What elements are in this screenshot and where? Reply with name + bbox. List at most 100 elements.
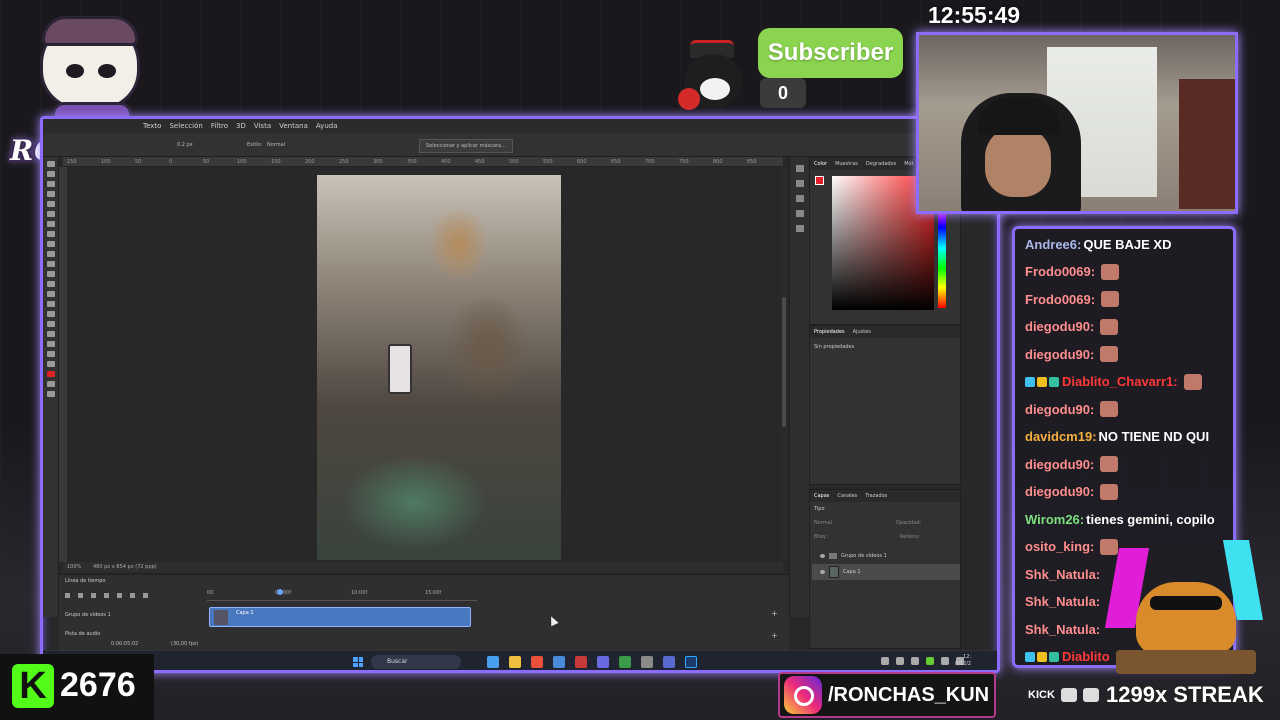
chat-username[interactable]: Frodo0069: <box>1025 264 1095 279</box>
dodge-tool-icon[interactable] <box>46 291 55 297</box>
character-panel-icon[interactable] <box>795 210 804 217</box>
obs-icon[interactable] <box>575 656 587 668</box>
menu-item-ventana[interactable]: Ventana <box>279 122 308 130</box>
canvas-scrollbar[interactable] <box>781 167 787 562</box>
chat-username[interactable]: Shk_Natula: <box>1025 567 1100 582</box>
discord-icon[interactable] <box>597 656 609 668</box>
style-select[interactable]: Normal <box>267 142 285 148</box>
actions-panel-icon[interactable] <box>795 180 804 187</box>
timeline-ruler[interactable]: 00 05:00f 10:00f 15:00f <box>207 589 477 601</box>
chat-username[interactable]: Shk_Natula: <box>1025 622 1100 637</box>
menu-item-ayuda[interactable]: Ayuda <box>316 122 338 130</box>
tab-layers[interactable]: Capas <box>814 493 829 499</box>
chat-username[interactable]: Diablito_Chavarr1: <box>1062 374 1178 389</box>
shape-tool-icon[interactable] <box>46 331 55 337</box>
3d-panel-icon[interactable] <box>795 225 804 232</box>
taskbar-search[interactable]: Buscar <box>371 655 461 669</box>
chat-username[interactable]: diegodu90: <box>1025 457 1094 472</box>
audio-icon[interactable] <box>117 593 122 598</box>
add-media-icon[interactable]: + <box>771 609 778 618</box>
brush-tool-icon[interactable] <box>46 231 55 237</box>
settings-icon[interactable] <box>641 656 653 668</box>
chat-username[interactable]: diegodu90: <box>1025 347 1094 362</box>
chat-username[interactable]: Andree6: <box>1025 237 1081 252</box>
tab-patterns[interactable]: Mot <box>904 161 913 167</box>
document-image[interactable] <box>317 175 561 560</box>
file-explorer-icon[interactable] <box>509 656 521 668</box>
app-icon[interactable] <box>619 656 631 668</box>
prev-frame-icon[interactable] <box>91 593 96 598</box>
stamp-tool-icon[interactable] <box>46 241 55 247</box>
type-tool-icon[interactable] <box>46 311 55 317</box>
move-tool-icon[interactable] <box>46 161 55 167</box>
steam-icon[interactable] <box>553 656 565 668</box>
tray-app-icon[interactable] <box>896 657 904 665</box>
path-select-icon[interactable] <box>46 321 55 327</box>
chat-username[interactable]: diegodu90: <box>1025 484 1094 499</box>
split-icon[interactable] <box>130 593 135 598</box>
history-panel-icon[interactable] <box>795 165 804 172</box>
color-swatch-icon[interactable] <box>46 371 55 377</box>
select-mask-button[interactable]: Seleccionar y aplicar máscara... <box>419 139 513 153</box>
chat-username[interactable]: Shk_Natula: <box>1025 594 1100 609</box>
lasso-tool-icon[interactable] <box>46 181 55 187</box>
foreground-color-swatch[interactable] <box>815 176 824 185</box>
playhead[interactable] <box>277 589 283 595</box>
marquee-tool-icon[interactable] <box>46 171 55 177</box>
eyedropper-tool-icon[interactable] <box>46 211 55 217</box>
scrollbar-thumb[interactable] <box>782 297 786 427</box>
chat-username[interactable]: diegodu90: <box>1025 319 1094 334</box>
tray-chevron-icon[interactable] <box>881 657 889 665</box>
tray-app-icon[interactable] <box>911 657 919 665</box>
transition-icon[interactable] <box>143 593 148 598</box>
play-icon[interactable] <box>78 593 83 598</box>
tab-properties[interactable]: Propiedades <box>814 329 845 335</box>
taskbar-clock[interactable]: 12: 8/12/2 <box>955 654 971 668</box>
zoom-tool-icon[interactable] <box>46 351 55 357</box>
chat-username[interactable]: osito_king: <box>1025 539 1094 554</box>
chat-username[interactable]: davidcm19: <box>1025 429 1097 444</box>
chat-username[interactable]: Frodo0069: <box>1025 292 1095 307</box>
network-icon[interactable] <box>941 657 949 665</box>
visibility-eye-icon[interactable] <box>820 570 825 574</box>
menu-item-3d[interactable]: 3D <box>236 122 246 130</box>
layer-filter-select[interactable]: Tipo <box>814 506 825 512</box>
chat-username[interactable]: Diablito <box>1062 649 1110 664</box>
chat-username[interactable]: Wirom26: <box>1025 512 1084 527</box>
edge-icon[interactable] <box>487 656 499 668</box>
windows-start-icon[interactable] <box>353 657 363 667</box>
visibility-eye-icon[interactable] <box>820 554 825 558</box>
screen-mode-icon[interactable] <box>46 391 55 397</box>
chat-username[interactable]: diegodu90: <box>1025 402 1094 417</box>
gradient-tool-icon[interactable] <box>46 271 55 277</box>
crop-tool-icon[interactable] <box>46 201 55 207</box>
menu-item-seleccion[interactable]: Selección <box>169 122 202 130</box>
healing-tool-icon[interactable] <box>46 221 55 227</box>
hand-tool-icon[interactable] <box>46 341 55 347</box>
next-frame-icon[interactable] <box>104 593 109 598</box>
zoom-level[interactable]: 100% <box>67 564 81 570</box>
quick-mask-icon[interactable] <box>46 381 55 387</box>
app-icon[interactable] <box>663 656 675 668</box>
menu-item-texto[interactable]: Texto <box>143 122 161 130</box>
blend-mode-select[interactable]: Normal <box>814 520 832 526</box>
quick-select-tool-icon[interactable] <box>46 191 55 197</box>
feather-input[interactable]: 0.2 px <box>177 142 193 148</box>
video-clip[interactable]: Capa 1 <box>209 607 471 627</box>
layer-row-capa[interactable]: Capa 1 <box>812 564 960 580</box>
more-tools-icon[interactable] <box>46 361 55 367</box>
chrome-icon[interactable] <box>531 656 543 668</box>
brush-panel-icon[interactable] <box>795 195 804 202</box>
history-brush-icon[interactable] <box>46 251 55 257</box>
add-audio-icon[interactable]: + <box>771 631 778 640</box>
menu-item-filtro[interactable]: Filtro <box>211 122 228 130</box>
first-frame-icon[interactable] <box>65 593 70 598</box>
pen-tool-icon[interactable] <box>46 301 55 307</box>
tab-channels[interactable]: Canales <box>837 493 857 499</box>
eraser-tool-icon[interactable] <box>46 261 55 267</box>
tab-color[interactable]: Color <box>814 161 827 167</box>
tab-paths[interactable]: Trazados <box>865 493 887 499</box>
tab-swatches[interactable]: Muestras <box>835 161 858 167</box>
blur-tool-icon[interactable] <box>46 281 55 287</box>
tray-app-icon[interactable] <box>926 657 934 665</box>
